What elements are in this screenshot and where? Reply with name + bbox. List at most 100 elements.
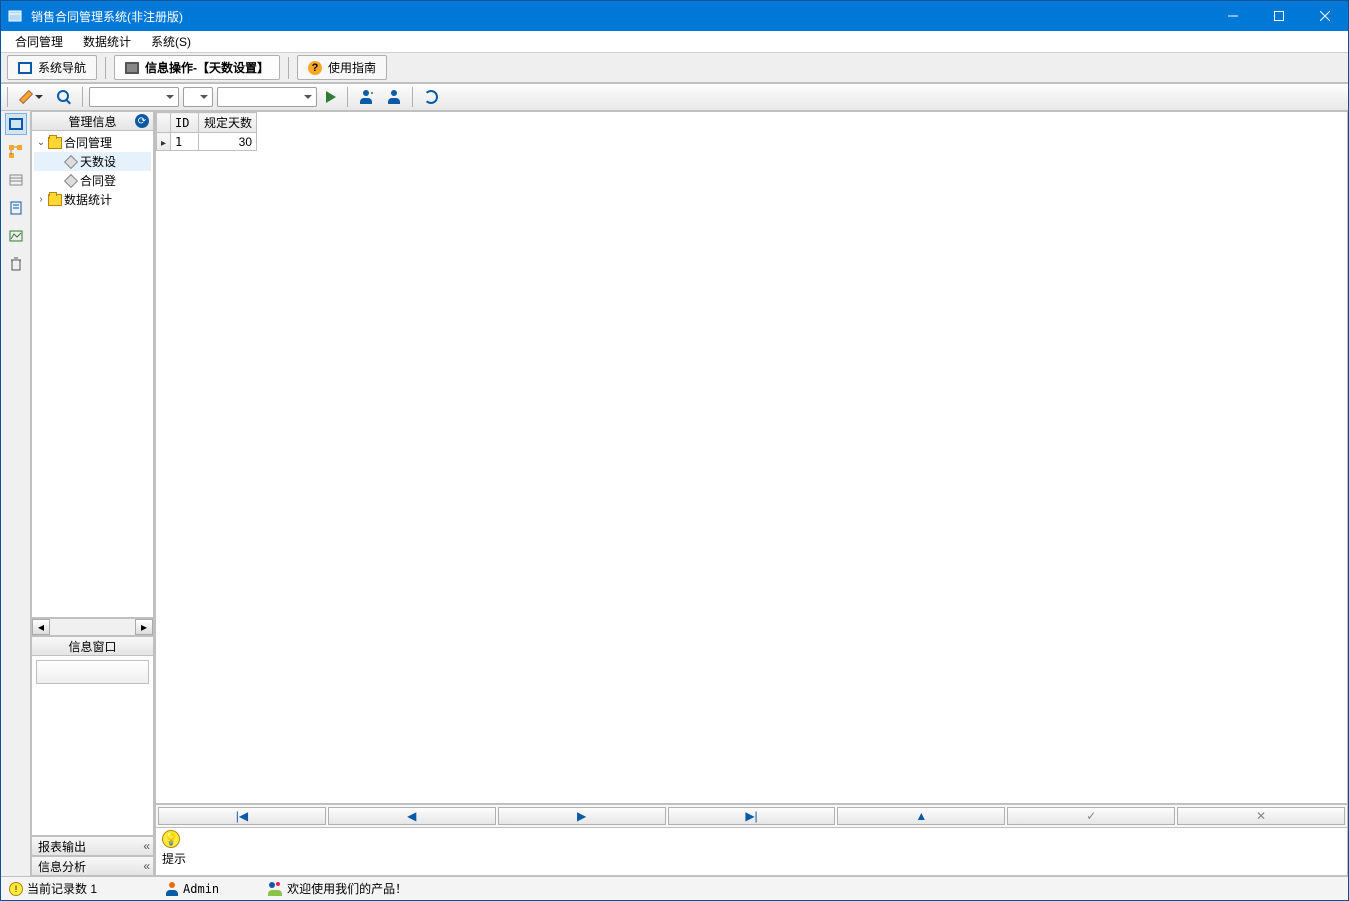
scroll-left-icon[interactable]: ◂	[32, 619, 50, 635]
search-button[interactable]	[52, 87, 76, 107]
person-minus-icon	[387, 90, 401, 104]
info-window-header[interactable]: 信息窗口	[31, 636, 154, 656]
zoom-out-user-button[interactable]	[382, 87, 406, 107]
window-icon	[18, 62, 32, 74]
nav-confirm-button[interactable]: ✓	[1007, 807, 1175, 825]
tree-label: 合同管理	[64, 134, 112, 151]
user-label: Admin	[183, 882, 219, 896]
tree-label: 数据统计	[64, 191, 112, 208]
run-button[interactable]	[321, 88, 341, 106]
tree-node-days[interactable]: 天数设	[34, 152, 151, 171]
info-icon: !	[9, 882, 23, 896]
tree-refresh-icon[interactable]: ⟳	[135, 114, 149, 128]
status-welcome: 欢迎使用我们的产品！	[267, 880, 407, 897]
horizontal-scrollbar[interactable]: ◂ ▸	[31, 618, 154, 636]
play-icon	[326, 91, 336, 103]
vbtn-doc[interactable]	[5, 197, 27, 219]
minimize-button[interactable]	[1210, 1, 1256, 31]
nav-last-button[interactable]: ▶|	[668, 807, 836, 825]
vbtn-window[interactable]	[5, 113, 27, 135]
folder-icon	[48, 194, 62, 206]
vbtn-chart[interactable]	[5, 225, 27, 247]
close-button[interactable]	[1302, 1, 1348, 31]
info-analysis-bar[interactable]: 信息分析 «	[31, 856, 154, 876]
value-combo[interactable]	[217, 87, 317, 107]
chevron-left-icon: «	[143, 859, 147, 873]
maximize-button[interactable]	[1256, 1, 1302, 31]
col-header-days[interactable]: 规定天数	[199, 113, 257, 133]
col-header-id[interactable]: ID	[171, 113, 199, 133]
record-navigator: |◀ ◀ ▶ ▶| ▲ ✓ ✕	[155, 804, 1348, 828]
cell-days[interactable]: 30	[199, 133, 257, 151]
info-window-label: 信息窗口	[68, 638, 116, 655]
folder-icon	[48, 137, 62, 149]
info-input[interactable]	[36, 660, 149, 684]
tree-header-label: 管理信息	[68, 113, 116, 130]
tab-separator	[105, 57, 106, 79]
field-combo[interactable]	[89, 87, 179, 107]
main-area: ID 规定天数 1 30 |◀ ◀ ▶ ▶| ▲ ✓ ✕	[155, 111, 1348, 876]
tab-separator	[288, 57, 289, 79]
expand-icon[interactable]: ›	[36, 194, 46, 205]
check-icon: ✓	[1086, 809, 1096, 823]
menu-system[interactable]: 系统(S)	[141, 31, 201, 52]
last-icon: ▶|	[745, 809, 757, 823]
info-window-body	[31, 656, 154, 836]
op-combo[interactable]	[183, 87, 213, 107]
nav-first-button[interactable]: |◀	[158, 807, 326, 825]
edit-button[interactable]	[14, 87, 48, 107]
nav-prev-button[interactable]: ◀	[328, 807, 496, 825]
nav-up-button[interactable]: ▲	[837, 807, 1005, 825]
refresh-icon	[424, 90, 438, 104]
record-count-label: 当前记录数 1	[27, 880, 97, 897]
toolbar	[1, 83, 1348, 111]
menubar: 合同管理 数据统计 系统(S)	[1, 31, 1348, 53]
tab-system-nav[interactable]: 系统导航	[7, 55, 97, 80]
row-indicator	[157, 133, 171, 151]
tree-node-register[interactable]: 合同登	[34, 171, 151, 190]
chevron-left-icon: «	[143, 839, 147, 853]
grid-icon	[125, 62, 139, 74]
tab-label: 信息操作-【天数设置】	[145, 59, 269, 76]
tab-guide[interactable]: ? 使用指南	[297, 55, 387, 80]
refresh-button[interactable]	[419, 87, 443, 107]
menu-contract[interactable]: 合同管理	[5, 31, 73, 52]
x-icon: ✕	[1256, 809, 1266, 823]
app-icon	[7, 8, 23, 24]
leaf-icon	[64, 154, 78, 168]
users-icon	[267, 882, 283, 896]
table-row[interactable]: 1 30	[157, 133, 257, 151]
welcome-label: 欢迎使用我们的产品！	[287, 880, 407, 897]
report-output-label: 报表输出	[38, 838, 86, 855]
tree-node-stats[interactable]: › 数据统计	[34, 190, 151, 209]
search-icon	[57, 90, 71, 104]
tabbar: 系统导航 信息操作-【天数设置】 ? 使用指南	[1, 53, 1348, 83]
tab-label: 系统导航	[38, 59, 86, 76]
help-icon: ?	[308, 61, 322, 75]
status-records: ! 当前记录数 1	[9, 880, 97, 897]
window-title: 销售合同管理系统(非注册版)	[29, 8, 1210, 25]
vbtn-list[interactable]	[5, 169, 27, 191]
tree-node-contract[interactable]: ⌄ 合同管理	[34, 133, 151, 152]
zoom-in-user-button[interactable]	[354, 87, 378, 107]
vbtn-trash[interactable]	[5, 253, 27, 275]
tab-info-operation[interactable]: 信息操作-【天数设置】	[114, 55, 280, 80]
tab-label: 使用指南	[328, 59, 376, 76]
tree-label: 合同登	[80, 172, 116, 189]
up-icon: ▲	[915, 809, 927, 823]
report-output-bar[interactable]: 报表输出 «	[31, 836, 154, 856]
data-grid[interactable]: ID 规定天数 1 30	[155, 111, 1348, 804]
person-plus-icon	[359, 90, 373, 104]
scroll-right-icon[interactable]: ▸	[135, 619, 153, 635]
nav-next-button[interactable]: ▶	[498, 807, 666, 825]
hint-bar: 💡 提示	[155, 828, 1348, 876]
hint-label: 提示	[162, 850, 186, 867]
expand-icon[interactable]: ⌄	[36, 137, 46, 148]
vbtn-tree[interactable]	[5, 141, 27, 163]
nav-cancel-button[interactable]: ✕	[1177, 807, 1345, 825]
cell-id[interactable]: 1	[171, 133, 199, 151]
menu-stats[interactable]: 数据统计	[73, 31, 141, 52]
left-panel: 管理信息 ⟳ ⌄ 合同管理 天数设 合同登 ›	[31, 111, 155, 876]
tree-header: 管理信息 ⟳	[31, 111, 154, 131]
corner-cell	[157, 113, 171, 133]
